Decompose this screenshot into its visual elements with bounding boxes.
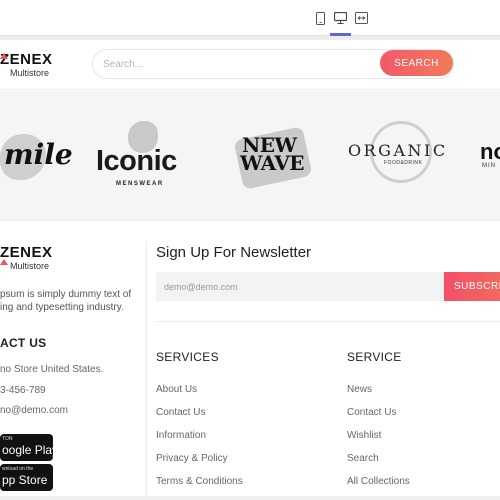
brand-logo-smile[interactable]: mile bbox=[0, 126, 73, 186]
footer-divider bbox=[146, 242, 147, 500]
logo-name: ZENEX bbox=[0, 51, 53, 68]
brand-organic-subtext: FOOD&DRINK bbox=[384, 160, 423, 166]
search-input[interactable] bbox=[103, 50, 373, 78]
desktop-icon[interactable] bbox=[332, 10, 348, 26]
service-title: SERVICE bbox=[347, 350, 402, 364]
canvas-bottom-edge bbox=[0, 496, 500, 500]
brand-logo-iconic[interactable]: Iconic MENSWEAR bbox=[96, 119, 196, 189]
editor-toolbar bbox=[0, 0, 500, 36]
brand-logo-partial[interactable]: no MIN bbox=[480, 139, 500, 179]
google-play-small-text: TON bbox=[2, 436, 13, 442]
app-store-small-text: wnload on the bbox=[2, 466, 34, 472]
services-link-terms-conditions[interactable]: Terms & Conditions bbox=[156, 476, 243, 487]
service-link-contact-us[interactable]: Contact Us bbox=[347, 407, 396, 418]
service-link-all-collections[interactable]: All Collections bbox=[347, 476, 410, 487]
contact-address: no Store United States. bbox=[0, 364, 104, 375]
footer-logo[interactable]: ZENEX Multistore bbox=[0, 244, 53, 271]
contact-phone[interactable]: 3-456-789 bbox=[0, 385, 46, 396]
service-link-news[interactable]: News bbox=[347, 384, 372, 395]
google-play-label: oogle Play bbox=[2, 443, 53, 457]
services-title: SERVICES bbox=[156, 350, 219, 364]
footer-about-text: psum is simply dummy text of ing and typ… bbox=[0, 288, 140, 314]
services-link-contact-us[interactable]: Contact Us bbox=[156, 407, 205, 418]
site-footer: ZENEX Multistore psum is simply dummy te… bbox=[0, 222, 500, 500]
google-play-button[interactable]: TON oogle Play bbox=[0, 434, 53, 461]
brand-smile-text: mile bbox=[4, 138, 73, 171]
app-store-button[interactable]: wnload on the pp Store bbox=[0, 464, 53, 491]
contact-title: ACT US bbox=[0, 336, 47, 350]
logo-subtitle: Multistore bbox=[10, 68, 50, 78]
newsletter-email-input[interactable] bbox=[156, 272, 444, 301]
footer-logo-name: ZENEX bbox=[0, 244, 53, 261]
footer-about-line-1: psum is simply dummy text of bbox=[0, 289, 132, 300]
brand-iconic-text: Iconic bbox=[96, 145, 177, 177]
search-button[interactable]: SEARCH bbox=[380, 50, 453, 76]
contact-email[interactable]: no@demo.com bbox=[0, 405, 68, 416]
header-logo[interactable]: ZENEX Multistore bbox=[0, 51, 53, 78]
brand-partial-subtext: MIN bbox=[482, 163, 496, 169]
brand-logo-organic[interactable]: ORGANIC FOOD&DRINK bbox=[348, 121, 453, 187]
app-store-label: pp Store bbox=[2, 473, 48, 487]
brand-newwave-text-2: WAVE bbox=[240, 151, 305, 175]
service-link-search[interactable]: Search bbox=[347, 453, 379, 464]
brand-organic-text: ORGANIC bbox=[348, 141, 448, 160]
footer-logo-subtitle: Multistore bbox=[10, 261, 50, 271]
service-link-wishlist[interactable]: Wishlist bbox=[347, 430, 381, 441]
brand-logo-strip: mile Iconic MENSWEAR NEW WAVE ORGANIC FO… bbox=[0, 91, 500, 221]
footer-about-line-2: ing and typesetting industry. bbox=[0, 302, 124, 313]
services-link-privacy-policy[interactable]: Privacy & Policy bbox=[156, 453, 228, 464]
services-link-about-us[interactable]: About Us bbox=[156, 384, 197, 395]
brand-partial-text: no bbox=[480, 139, 500, 164]
newsletter-title: Sign Up For Newsletter bbox=[156, 244, 312, 261]
fit-width-icon[interactable] bbox=[353, 10, 369, 26]
services-link-information[interactable]: Information bbox=[156, 430, 206, 441]
brand-logo-new-wave[interactable]: NEW WAVE bbox=[233, 119, 316, 190]
mobile-icon[interactable] bbox=[312, 10, 328, 26]
brand-iconic-subtext: MENSWEAR bbox=[116, 181, 164, 187]
subscribe-button[interactable]: SUBSCRIBE bbox=[444, 272, 500, 301]
newsletter-separator bbox=[156, 321, 500, 322]
